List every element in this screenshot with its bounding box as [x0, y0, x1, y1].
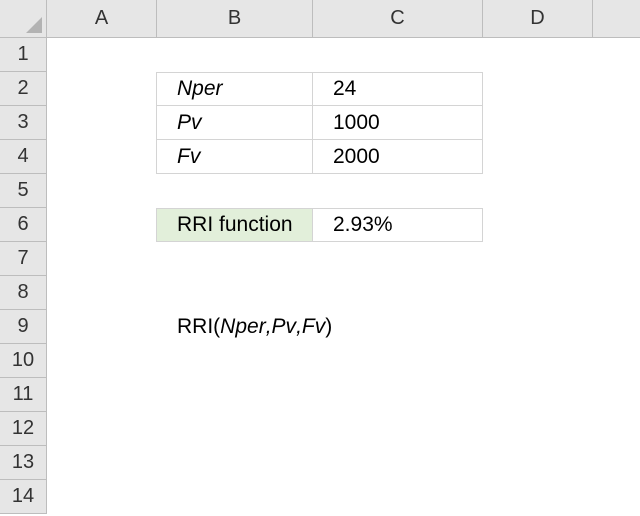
row-header-3[interactable]: 3 [0, 106, 47, 140]
row-header-8[interactable]: 8 [0, 276, 47, 310]
syntax-close-paren: ) [325, 315, 333, 338]
syntax-arg-pv: Pv [271, 315, 297, 338]
cell-c2-nper-value[interactable]: 24 [313, 72, 483, 106]
cell-b2-nper-label[interactable]: Nper [156, 72, 313, 106]
cell-c6-rri-result[interactable]: 2.93% [313, 208, 483, 242]
row-header-10[interactable]: 10 [0, 344, 47, 378]
cell-b9-rri-syntax[interactable]: RRI(Nper , Pv , Fv ) [157, 310, 483, 344]
cell-c3-pv-value[interactable]: 1000 [313, 106, 483, 140]
cell-b6-rri-label[interactable]: RRI function [156, 208, 313, 242]
column-header-b[interactable]: B [157, 0, 313, 38]
syntax-arg-nper: Nper [220, 315, 266, 338]
column-header-c[interactable]: C [313, 0, 483, 38]
cell-c4-fv-value[interactable]: 2000 [313, 140, 483, 174]
column-header-e-partial[interactable] [593, 0, 640, 38]
cell-b4-fv-label[interactable]: Fv [156, 140, 313, 174]
syntax-function-name: RRI( [177, 315, 221, 338]
cell-b3-pv-label[interactable]: Pv [156, 106, 313, 140]
row-header-6[interactable]: 6 [0, 208, 47, 242]
column-header-a[interactable]: A [47, 0, 157, 38]
spreadsheet: A B C D 1 2 3 4 5 6 7 8 9 10 11 12 13 14… [0, 0, 640, 516]
row-header-14[interactable]: 14 [0, 480, 47, 514]
row-header-9[interactable]: 9 [0, 310, 47, 344]
row-header-1[interactable]: 1 [0, 38, 47, 72]
row-header-11[interactable]: 11 [0, 378, 47, 412]
row-header-7[interactable]: 7 [0, 242, 47, 276]
column-header-d[interactable]: D [483, 0, 593, 38]
select-all-button[interactable] [0, 0, 47, 38]
row-header-2[interactable]: 2 [0, 72, 47, 106]
row-header-12[interactable]: 12 [0, 412, 47, 446]
row-header-13[interactable]: 13 [0, 446, 47, 480]
row-header-4[interactable]: 4 [0, 140, 47, 174]
row-header-5[interactable]: 5 [0, 174, 47, 208]
syntax-arg-fv: Fv [301, 315, 326, 338]
select-all-triangle-icon [26, 17, 42, 33]
